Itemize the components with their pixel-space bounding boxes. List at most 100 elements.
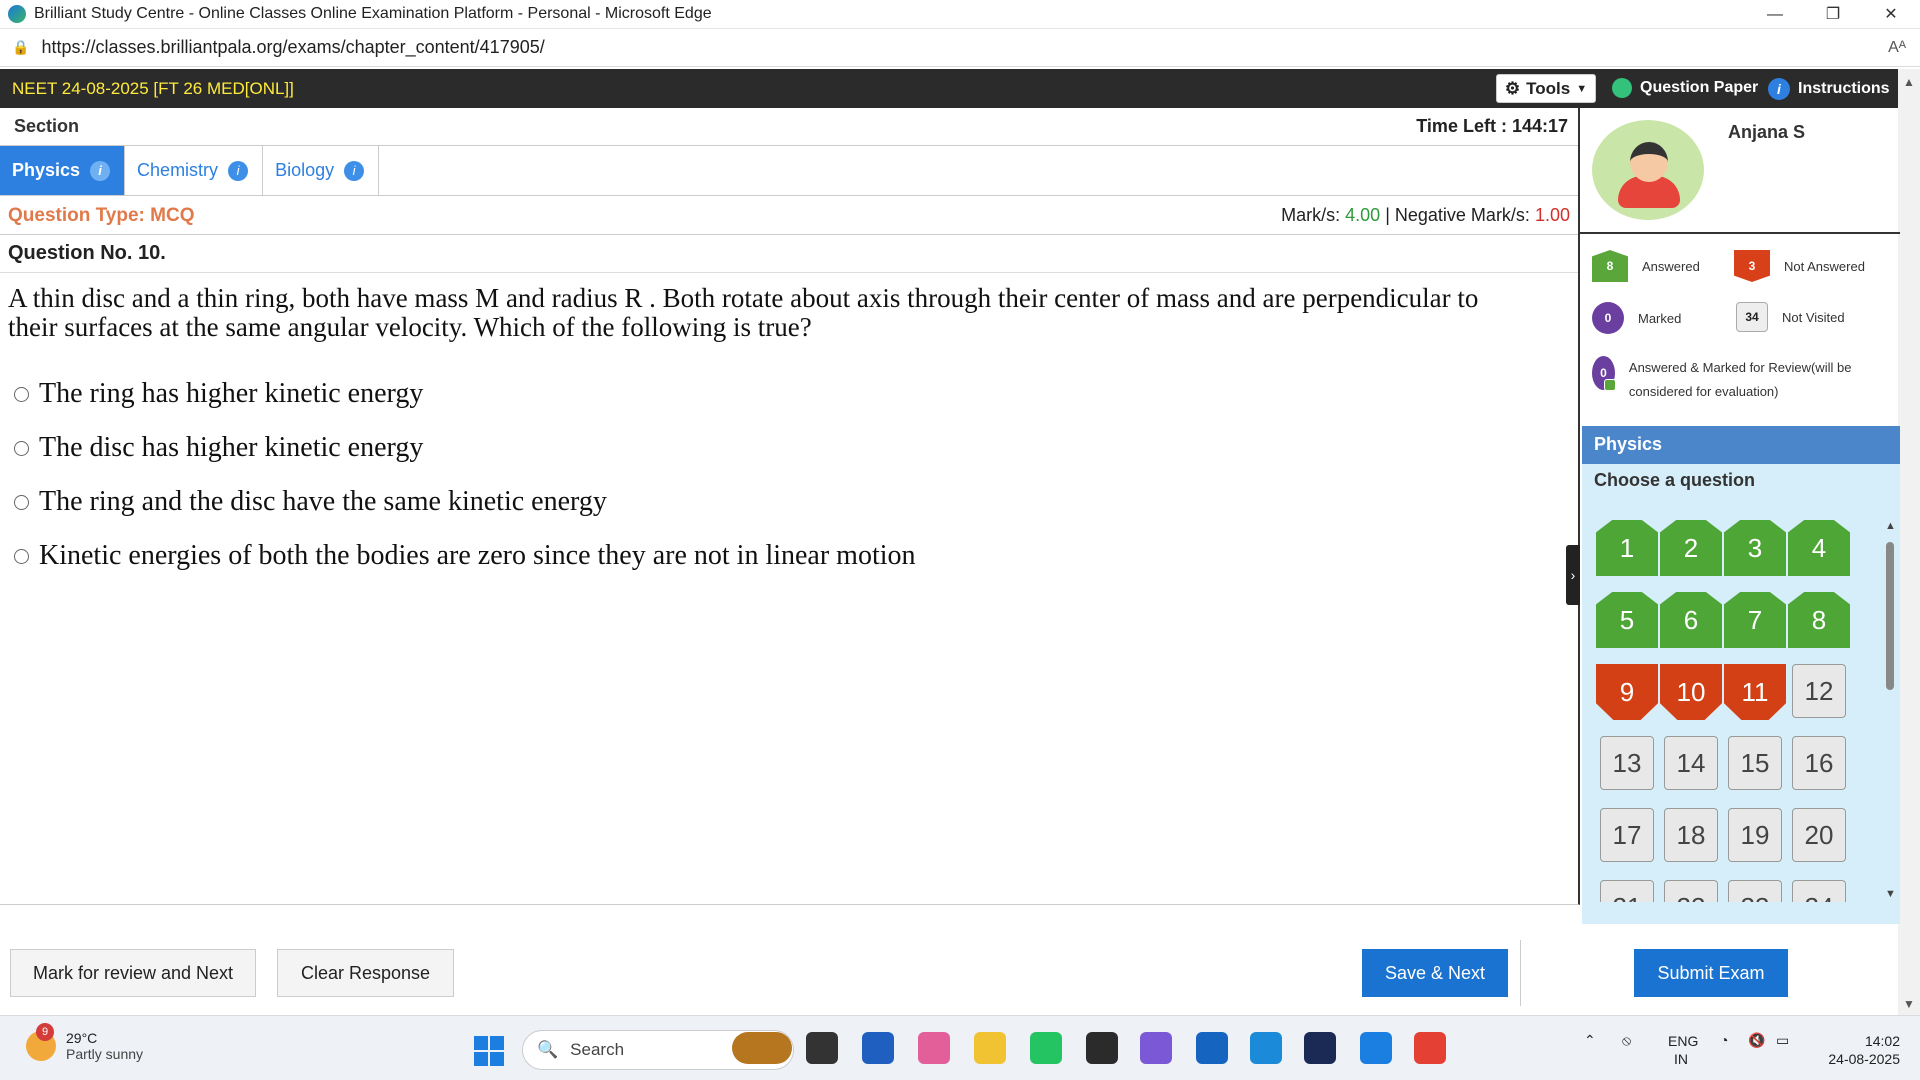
tab-label: Biology xyxy=(275,160,335,180)
not-visited-badge: 34 xyxy=(1736,302,1768,332)
notification-badge: 9 xyxy=(36,1023,54,1041)
system-clock[interactable]: 14:02 24-08-2025 xyxy=(1828,1032,1900,1068)
blue-app-icon[interactable] xyxy=(1360,1032,1392,1064)
whatsapp-icon[interactable] xyxy=(1030,1032,1062,1064)
scroll-down-icon[interactable]: ▼ xyxy=(1903,997,1915,1011)
question-button-15[interactable]: 15 xyxy=(1728,736,1782,790)
landscape-widget-icon[interactable] xyxy=(732,1032,792,1064)
question-button-8[interactable]: 8 xyxy=(1788,592,1850,648)
section-tabs: Physics i Chemistry i Biology i xyxy=(0,146,1578,196)
submit-exam-button[interactable]: Submit Exam xyxy=(1634,949,1788,997)
question-text: A thin disc and a thin ring, both have m… xyxy=(8,283,1479,342)
clock-time: 14:02 xyxy=(1864,1033,1900,1049)
microsoft-store-icon[interactable] xyxy=(862,1032,894,1064)
tab-chemistry[interactable]: Chemistry i xyxy=(125,146,264,195)
search-placeholder: Search xyxy=(570,1040,625,1059)
caret-down-icon: ▼ xyxy=(1576,82,1588,95)
language-code: ENG xyxy=(1668,1033,1699,1049)
option-radio[interactable] xyxy=(14,386,29,402)
option-3[interactable]: The ring and the disc have the same kine… xyxy=(14,486,607,518)
url-text[interactable]: https://classes.brilliantpala.org/exams/… xyxy=(41,37,544,58)
clear-response-button[interactable]: Clear Response xyxy=(277,949,454,997)
tab-label: Chemistry xyxy=(137,160,219,180)
save-next-button[interactable]: Save & Next xyxy=(1362,949,1508,997)
mute-icon[interactable]: 🔇 xyxy=(1748,1032,1765,1049)
question-paper-link[interactable]: Question Paper xyxy=(1612,78,1758,98)
question-button-5[interactable]: 5 xyxy=(1596,592,1658,648)
maximize-button[interactable]: ❐ xyxy=(1804,0,1862,29)
file-explorer-icon[interactable] xyxy=(974,1032,1006,1064)
lock-icon[interactable]: 🔒 xyxy=(12,39,29,56)
status-legend: 8 Answered 3 Not Answered 0 Marked 34 No… xyxy=(1580,236,1900,426)
close-button[interactable]: ✕ xyxy=(1862,0,1920,29)
option-radio[interactable] xyxy=(14,440,29,456)
question-button-21[interactable]: 21 xyxy=(1600,880,1654,902)
question-button-9[interactable]: 9 xyxy=(1596,664,1658,720)
tab-biology[interactable]: Biology i xyxy=(263,146,380,195)
answered-marked-badge: 0 xyxy=(1592,356,1616,391)
question-button-22[interactable]: 22 xyxy=(1664,880,1718,902)
question-button-17[interactable]: 17 xyxy=(1600,808,1654,862)
question-button-6[interactable]: 6 xyxy=(1660,592,1722,648)
minimize-button[interactable]: — xyxy=(1746,0,1804,29)
read-aloud-icon[interactable]: Aᴬ xyxy=(1888,39,1906,57)
check-dot-icon xyxy=(1603,379,1616,391)
option-radio[interactable] xyxy=(14,494,29,510)
weather-widget[interactable]: 9 29°C Partly sunny xyxy=(26,1023,143,1062)
option-4[interactable]: Kinetic energies of both the bodies are … xyxy=(14,540,916,572)
mark-review-next-button[interactable]: Mark for review and Next xyxy=(10,949,256,997)
tab-physics[interactable]: Physics i xyxy=(0,146,126,195)
scroll-thumb[interactable] xyxy=(1886,542,1894,690)
address-bar[interactable]: 🔒 https://classes.brilliantpala.org/exam… xyxy=(0,29,1920,67)
tools-button[interactable]: ⚙ Tools ▼ xyxy=(1496,74,1596,103)
option-1[interactable]: The ring has higher kinetic energy xyxy=(14,378,423,410)
info-icon[interactable]: i xyxy=(344,160,365,181)
instructions-link[interactable]: i Instructions xyxy=(1768,78,1890,100)
question-button-14[interactable]: 14 xyxy=(1664,736,1718,790)
question-button-24[interactable]: 24 xyxy=(1792,880,1846,902)
question-button-16[interactable]: 16 xyxy=(1792,736,1846,790)
copilot-icon[interactable] xyxy=(918,1032,950,1064)
question-button-2[interactable]: 2 xyxy=(1660,520,1722,576)
hexagon-app-icon[interactable] xyxy=(1140,1032,1172,1064)
option-2[interactable]: The disc has higher kinetic energy xyxy=(14,432,423,464)
scroll-up-icon[interactable]: ▲ xyxy=(1885,520,1896,532)
option-radio[interactable] xyxy=(14,548,29,564)
scroll-down-icon[interactable]: ▼ xyxy=(1885,888,1896,900)
chrome-icon[interactable] xyxy=(1414,1032,1446,1064)
question-button-7[interactable]: 7 xyxy=(1724,592,1786,648)
info-icon[interactable]: i xyxy=(228,160,249,181)
question-button-13[interactable]: 13 xyxy=(1600,736,1654,790)
question-button-10[interactable]: 10 xyxy=(1660,664,1722,720)
page-scrollbar[interactable]: ▲ ▼ xyxy=(1898,69,1920,1015)
battery-icon[interactable]: ▭ xyxy=(1776,1032,1789,1049)
question-button-23[interactable]: 23 xyxy=(1728,880,1782,902)
scroll-up-icon[interactable]: ▲ xyxy=(1903,75,1915,89)
info-icon[interactable]: i xyxy=(90,160,111,181)
question-button-20[interactable]: 20 xyxy=(1792,808,1846,862)
task-view-icon[interactable] xyxy=(806,1032,838,1064)
network-off-icon[interactable]: ⦸ xyxy=(1622,1032,1631,1049)
question-button-18[interactable]: 18 xyxy=(1664,808,1718,862)
question-button-1[interactable]: 1 xyxy=(1596,520,1658,576)
legend-label: Marked xyxy=(1638,310,1682,326)
wifi-icon[interactable]: ◔ xyxy=(1720,1032,1728,1048)
info-icon: i xyxy=(1768,78,1790,100)
question-number: Question No. 10. xyxy=(0,236,1578,273)
chevron-up-icon[interactable]: ⌃ xyxy=(1584,1032,1596,1049)
question-button-4[interactable]: 4 xyxy=(1788,520,1850,576)
collapse-panel-handle[interactable]: › xyxy=(1566,545,1580,605)
webex-icon[interactable] xyxy=(1304,1032,1336,1064)
question-button-12[interactable]: 12 xyxy=(1792,664,1846,718)
windows-start-icon[interactable] xyxy=(474,1036,504,1066)
question-paper-icon xyxy=(1612,78,1632,98)
outlook-icon[interactable] xyxy=(1196,1032,1228,1064)
section-row: Section Time Left : 144:17 xyxy=(0,108,1578,146)
palette-scrollbar[interactable]: ▲ ▼ xyxy=(1884,520,1896,900)
edge-icon[interactable] xyxy=(1250,1032,1282,1064)
dell-icon[interactable] xyxy=(1086,1032,1118,1064)
language-indicator[interactable]: ENG IN xyxy=(1668,1032,1698,1068)
question-button-3[interactable]: 3 xyxy=(1724,520,1786,576)
question-button-19[interactable]: 19 xyxy=(1728,808,1782,862)
question-button-11[interactable]: 11 xyxy=(1724,664,1786,720)
